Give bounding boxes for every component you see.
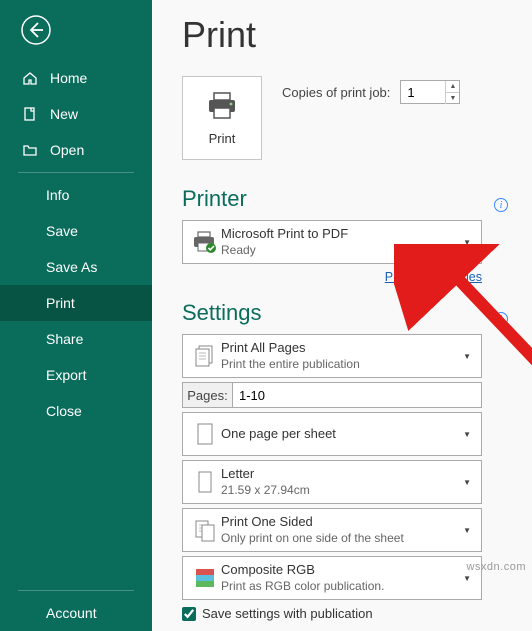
pages-field: Pages: [182,382,482,408]
printer-heading: Printer [182,186,247,212]
nav-home-label: Home [50,70,87,86]
chevron-down-icon: ▼ [463,574,475,583]
nav-home[interactable]: Home [0,60,152,96]
backstage-sidebar: Home New Open Info Save Save As Print Sh… [0,0,152,631]
chevron-up-icon[interactable]: ▲ [445,81,459,93]
nav-new[interactable]: New [0,96,152,132]
nav-close[interactable]: Close [0,393,152,429]
rgb-icon [189,566,221,590]
pages-stack-icon [189,343,221,369]
watermark: wsxdn.com [466,561,526,573]
save-settings-checkbox[interactable] [182,607,196,621]
copies-spinner[interactable]: ▲ ▼ [445,81,459,103]
nav-save[interactable]: Save [0,213,152,249]
sidebar-divider [18,172,134,173]
nav-open-label: Open [50,142,84,158]
print-button-label: Print [209,131,236,146]
save-settings-label: Save settings with publication [202,606,373,621]
page-title: Print [182,14,508,56]
printer-name: Microsoft Print to PDF [221,226,348,242]
nav-print[interactable]: Print [0,285,152,321]
nav-new-label: New [50,106,78,122]
print-button[interactable]: Print [182,76,262,160]
pages-input[interactable] [233,383,481,407]
nav-open[interactable]: Open [0,132,152,168]
nav-account[interactable]: Account [0,595,152,631]
printer-icon [205,91,239,121]
nav-share[interactable]: Share [0,321,152,357]
printer-properties-link[interactable]: Printer Properties [385,270,482,284]
save-settings-checkbox-row[interactable]: Save settings with publication [182,606,508,621]
pages-label: Pages: [183,383,233,407]
nav-saveas[interactable]: Save As [0,249,152,285]
sidebar-divider-bottom [18,590,134,591]
info-icon[interactable]: i [494,312,508,326]
printer-status: Ready [221,243,348,258]
info-icon[interactable]: i [494,198,508,212]
open-icon [22,142,38,158]
printer-dropdown[interactable]: Microsoft Print to PDF Ready ▼ [182,220,482,264]
home-icon [22,70,38,86]
chevron-down-icon: ▼ [463,352,475,361]
color-dropdown[interactable]: Composite RGB Print as RGB color publica… [182,556,482,600]
nav-export[interactable]: Export [0,357,152,393]
one-sided-icon [189,517,221,543]
back-button[interactable] [20,14,52,46]
page-icon [189,421,221,447]
print-all-pages-dropdown[interactable]: Print All Pages Print the entire publica… [182,334,482,378]
paper-size-dropdown[interactable]: Letter 21.59 x 27.94cm ▼ [182,460,482,504]
new-icon [22,106,38,122]
chevron-down-icon: ▼ [463,430,475,439]
copies-label: Copies of print job: [282,85,390,100]
chevron-down-icon[interactable]: ▼ [445,93,459,104]
main-pane: Print Print Copies of print job: ▲ ▼ [152,0,532,631]
chevron-down-icon: ▼ [463,478,475,487]
settings-heading: Settings [182,300,262,326]
selected-printer-icon [189,230,221,254]
paper-icon [189,469,221,495]
chevron-down-icon: ▼ [463,526,475,535]
chevron-down-icon: ▼ [463,238,475,247]
per-sheet-dropdown[interactable]: One page per sheet ▼ [182,412,482,456]
nav-info[interactable]: Info [0,177,152,213]
one-sided-dropdown[interactable]: Print One Sided Only print on one side o… [182,508,482,552]
